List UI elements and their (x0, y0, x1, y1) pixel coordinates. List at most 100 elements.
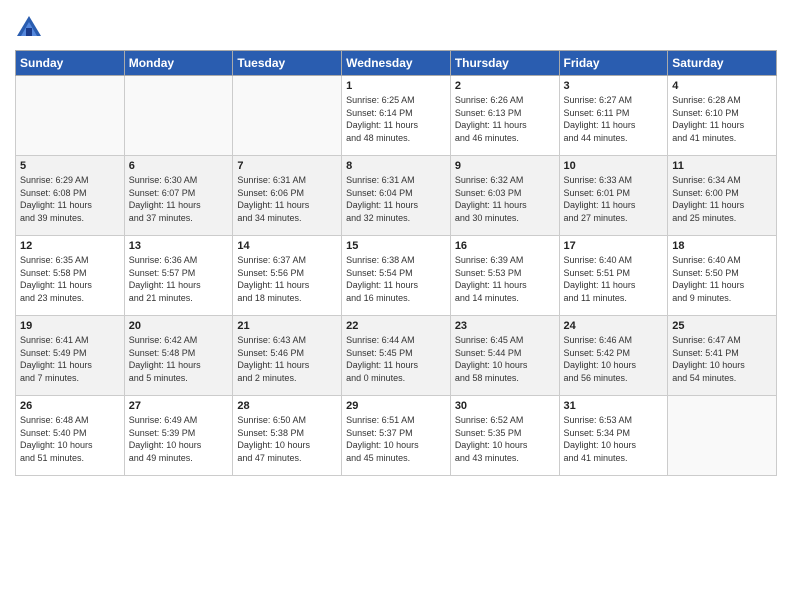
day-info: Sunrise: 6:25 AM Sunset: 6:14 PM Dayligh… (346, 94, 446, 144)
calendar-header-tuesday: Tuesday (233, 51, 342, 76)
calendar-week-3: 12 Sunrise: 6:35 AM Sunset: 5:58 PM Dayli… (16, 236, 777, 316)
page: SundayMondayTuesdayWednesdayThursdayFrid… (0, 0, 792, 612)
day-info: Sunrise: 6:31 AM Sunset: 6:04 PM Dayligh… (346, 174, 446, 224)
calendar-cell (668, 396, 777, 476)
calendar-cell: 12 Sunrise: 6:35 AM Sunset: 5:58 PM Dayli… (16, 236, 125, 316)
day-info: Sunrise: 6:33 AM Sunset: 6:01 PM Dayligh… (564, 174, 664, 224)
day-info: Sunrise: 6:42 AM Sunset: 5:48 PM Dayligh… (129, 334, 229, 384)
day-info: Sunrise: 6:50 AM Sunset: 5:38 PM Dayligh… (237, 414, 337, 464)
calendar-cell: 2 Sunrise: 6:26 AM Sunset: 6:13 PM Daylig… (450, 76, 559, 156)
day-info: Sunrise: 6:48 AM Sunset: 5:40 PM Dayligh… (20, 414, 120, 464)
logo (15, 14, 47, 42)
calendar-cell: 28 Sunrise: 6:50 AM Sunset: 5:38 PM Dayli… (233, 396, 342, 476)
calendar-cell: 17 Sunrise: 6:40 AM Sunset: 5:51 PM Dayli… (559, 236, 668, 316)
calendar-header-monday: Monday (124, 51, 233, 76)
calendar-header-saturday: Saturday (668, 51, 777, 76)
day-info: Sunrise: 6:29 AM Sunset: 6:08 PM Dayligh… (20, 174, 120, 224)
logo-icon (15, 14, 43, 42)
calendar-cell: 6 Sunrise: 6:30 AM Sunset: 6:07 PM Daylig… (124, 156, 233, 236)
header (15, 10, 777, 42)
day-info: Sunrise: 6:53 AM Sunset: 5:34 PM Dayligh… (564, 414, 664, 464)
calendar-cell: 5 Sunrise: 6:29 AM Sunset: 6:08 PM Daylig… (16, 156, 125, 236)
calendar-cell (233, 76, 342, 156)
day-info: Sunrise: 6:52 AM Sunset: 5:35 PM Dayligh… (455, 414, 555, 464)
day-number: 2 (455, 80, 555, 92)
day-info: Sunrise: 6:49 AM Sunset: 5:39 PM Dayligh… (129, 414, 229, 464)
day-number: 4 (672, 80, 772, 92)
calendar-cell: 15Sunrise: 6:38 AM Sunset: 5:54 PM Dayli… (342, 236, 451, 316)
calendar-cell: 19Sunrise: 6:41 AM Sunset: 5:49 PM Dayli… (16, 316, 125, 396)
day-number: 11 (672, 160, 772, 172)
day-info: Sunrise: 6:30 AM Sunset: 6:07 PM Dayligh… (129, 174, 229, 224)
day-number: 3 (564, 80, 664, 92)
calendar-cell: 23Sunrise: 6:45 AM Sunset: 5:44 PM Dayli… (450, 316, 559, 396)
day-info: Sunrise: 6:43 AM Sunset: 5:46 PM Dayligh… (237, 334, 337, 384)
calendar-cell: 18 Sunrise: 6:40 AM Sunset: 5:50 PM Dayli… (668, 236, 777, 316)
calendar-cell: 31 Sunrise: 6:53 AM Sunset: 5:34 PM Dayli… (559, 396, 668, 476)
calendar-week-4: 19Sunrise: 6:41 AM Sunset: 5:49 PM Dayli… (16, 316, 777, 396)
calendar-cell: 16 Sunrise: 6:39 AM Sunset: 5:53 PM Dayli… (450, 236, 559, 316)
day-number: 27 (129, 400, 229, 412)
calendar-table: SundayMondayTuesdayWednesdayThursdayFrid… (15, 50, 777, 476)
day-info: Sunrise: 6:47 AM Sunset: 5:41 PM Dayligh… (672, 334, 772, 384)
calendar-header-thursday: Thursday (450, 51, 559, 76)
calendar-week-2: 5 Sunrise: 6:29 AM Sunset: 6:08 PM Daylig… (16, 156, 777, 236)
calendar-cell: 3 Sunrise: 6:27 AM Sunset: 6:11 PM Daylig… (559, 76, 668, 156)
day-number: 12 (20, 240, 120, 252)
calendar-cell: 14 Sunrise: 6:37 AM Sunset: 5:56 PM Dayli… (233, 236, 342, 316)
calendar-cell: 7Sunrise: 6:31 AM Sunset: 6:06 PM Daylig… (233, 156, 342, 236)
day-info: Sunrise: 6:36 AM Sunset: 5:57 PM Dayligh… (129, 254, 229, 304)
day-number: 10 (564, 160, 664, 172)
day-info: Sunrise: 6:26 AM Sunset: 6:13 PM Dayligh… (455, 94, 555, 144)
day-info: Sunrise: 6:37 AM Sunset: 5:56 PM Dayligh… (237, 254, 337, 304)
calendar-cell (16, 76, 125, 156)
day-info: Sunrise: 6:27 AM Sunset: 6:11 PM Dayligh… (564, 94, 664, 144)
day-number: 16 (455, 240, 555, 252)
day-info: Sunrise: 6:38 AM Sunset: 5:54 PM Dayligh… (346, 254, 446, 304)
calendar-cell: 27 Sunrise: 6:49 AM Sunset: 5:39 PM Dayli… (124, 396, 233, 476)
calendar-cell: 13Sunrise: 6:36 AM Sunset: 5:57 PM Dayli… (124, 236, 233, 316)
day-info: Sunrise: 6:35 AM Sunset: 5:58 PM Dayligh… (20, 254, 120, 304)
day-number: 9 (455, 160, 555, 172)
day-info: Sunrise: 6:46 AM Sunset: 5:42 PM Dayligh… (564, 334, 664, 384)
calendar-cell: 24 Sunrise: 6:46 AM Sunset: 5:42 PM Dayli… (559, 316, 668, 396)
day-number: 8 (346, 160, 446, 172)
calendar-cell: 25Sunrise: 6:47 AM Sunset: 5:41 PM Dayli… (668, 316, 777, 396)
calendar-cell: 9 Sunrise: 6:32 AM Sunset: 6:03 PM Daylig… (450, 156, 559, 236)
day-info: Sunrise: 6:40 AM Sunset: 5:50 PM Dayligh… (672, 254, 772, 304)
calendar-week-5: 26Sunrise: 6:48 AM Sunset: 5:40 PM Dayli… (16, 396, 777, 476)
calendar-cell: 26Sunrise: 6:48 AM Sunset: 5:40 PM Dayli… (16, 396, 125, 476)
day-number: 30 (455, 400, 555, 412)
day-info: Sunrise: 6:40 AM Sunset: 5:51 PM Dayligh… (564, 254, 664, 304)
day-info: Sunrise: 6:39 AM Sunset: 5:53 PM Dayligh… (455, 254, 555, 304)
calendar-week-1: 1 Sunrise: 6:25 AM Sunset: 6:14 PM Daylig… (16, 76, 777, 156)
calendar-cell: 8 Sunrise: 6:31 AM Sunset: 6:04 PM Daylig… (342, 156, 451, 236)
calendar-header-friday: Friday (559, 51, 668, 76)
day-number: 24 (564, 320, 664, 332)
day-number: 29 (346, 400, 446, 412)
day-number: 5 (20, 160, 120, 172)
day-number: 17 (564, 240, 664, 252)
calendar-cell: 29Sunrise: 6:51 AM Sunset: 5:37 PM Dayli… (342, 396, 451, 476)
calendar-header-row: SundayMondayTuesdayWednesdayThursdayFrid… (16, 51, 777, 76)
day-number: 28 (237, 400, 337, 412)
day-number: 19 (20, 320, 120, 332)
calendar-cell: 30 Sunrise: 6:52 AM Sunset: 5:35 PM Dayli… (450, 396, 559, 476)
calendar-cell: 22 Sunrise: 6:44 AM Sunset: 5:45 PM Dayli… (342, 316, 451, 396)
day-info: Sunrise: 6:31 AM Sunset: 6:06 PM Dayligh… (237, 174, 337, 224)
day-number: 31 (564, 400, 664, 412)
day-info: Sunrise: 6:34 AM Sunset: 6:00 PM Dayligh… (672, 174, 772, 224)
day-info: Sunrise: 6:32 AM Sunset: 6:03 PM Dayligh… (455, 174, 555, 224)
day-info: Sunrise: 6:44 AM Sunset: 5:45 PM Dayligh… (346, 334, 446, 384)
calendar-cell: 4 Sunrise: 6:28 AM Sunset: 6:10 PM Daylig… (668, 76, 777, 156)
day-number: 14 (237, 240, 337, 252)
calendar-cell: 1 Sunrise: 6:25 AM Sunset: 6:14 PM Daylig… (342, 76, 451, 156)
day-number: 18 (672, 240, 772, 252)
day-number: 20 (129, 320, 229, 332)
day-number: 22 (346, 320, 446, 332)
day-number: 1 (346, 80, 446, 92)
calendar-header-wednesday: Wednesday (342, 51, 451, 76)
calendar-cell: 21Sunrise: 6:43 AM Sunset: 5:46 PM Dayli… (233, 316, 342, 396)
day-number: 6 (129, 160, 229, 172)
day-info: Sunrise: 6:28 AM Sunset: 6:10 PM Dayligh… (672, 94, 772, 144)
